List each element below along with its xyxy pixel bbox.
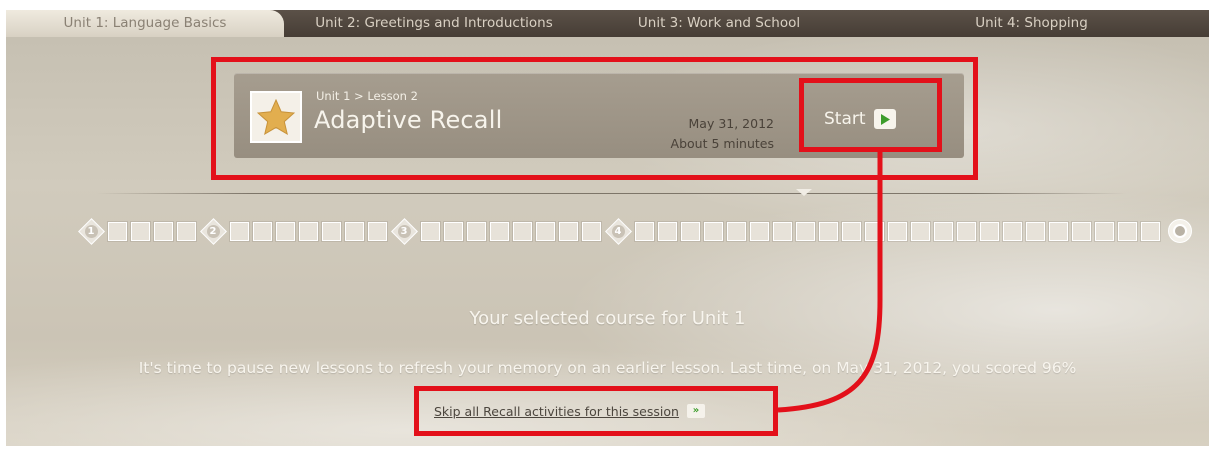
annotation-connector xyxy=(777,152,883,413)
